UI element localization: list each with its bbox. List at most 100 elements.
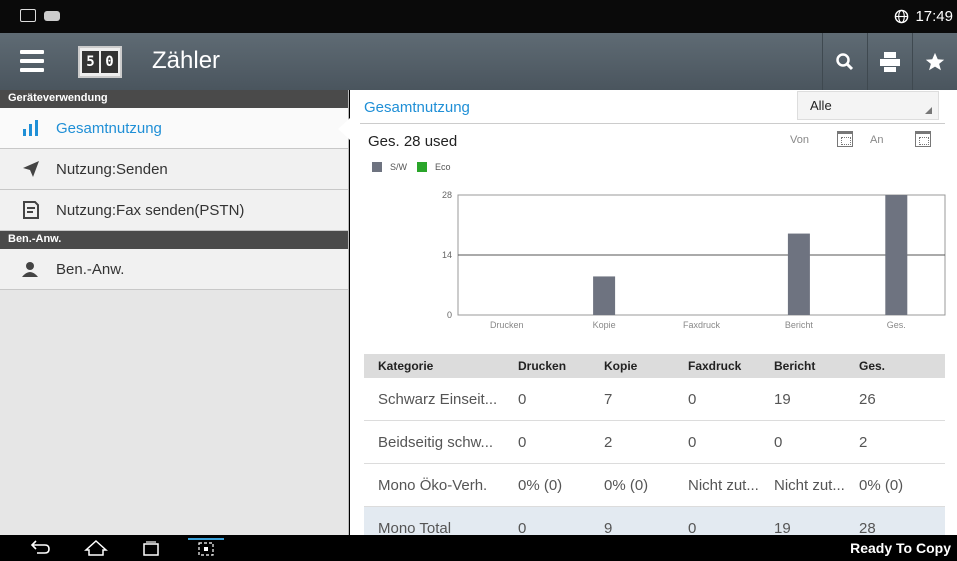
print-button[interactable] [867,33,912,90]
table-cell: 0% (0) [859,476,904,494]
table-row-total: Mono Total 0 9 0 19 28 [364,507,945,535]
logo-digit-right: 0 [101,51,118,73]
y-tick-label: 14 [442,250,452,260]
header-ges: Ges. [859,359,886,373]
table-cell: 0 [688,519,697,536]
bar [885,195,908,315]
to-label: An [870,134,884,146]
filter-dropdown[interactable]: Alle [797,91,939,120]
home-icon [84,540,108,556]
table-cell: 9 [604,519,613,536]
user-icon [22,261,42,277]
usage-bar-chart: 0 14 28 Drucken Kopie Faxdruck Bericht Ges. [442,190,946,330]
section-header-user: Ben.-Anw. [0,231,348,249]
legend-swatch-eco [417,162,427,172]
table-cell: 2 [859,433,868,451]
table-cell: 0 [518,390,527,408]
table-cell: 0 [688,390,697,408]
main-panel: Gesamtnutzung Alle Ges. 28 used Von An S… [350,90,957,535]
header-kategorie: Kategorie [378,359,434,373]
search-icon [836,52,854,70]
calendar-to-icon[interactable] [915,131,931,147]
y-tick-label: 0 [447,310,452,320]
legend-label-sw: S/W [390,162,407,172]
table-cell: Mono Öko-Verh. [378,476,488,494]
table-cell: 0 [518,519,527,536]
section-header-device-usage: Geräteverwendung [0,90,348,108]
table-header: Kategorie Drucken Kopie Faxdruck Bericht… [364,354,945,378]
table-cell: 0% (0) [604,476,649,494]
table-cell: 0 [688,433,697,451]
menu-icon[interactable] [20,50,44,72]
status-bar: 17:49 [0,0,957,33]
app-bar: 50 Zähler [0,33,957,90]
table-cell: 0 [518,433,527,451]
table-row: Mono Öko-Verh. 0% (0) 0% (0) Nicht zut..… [364,464,945,507]
recent-apps-button[interactable] [133,538,169,558]
page-title: Zähler [152,47,221,74]
header-bericht: Bericht [774,359,816,373]
table-row: Beidseitig schw... 0 2 0 0 2 [364,421,945,464]
sidebar-item-label: Nutzung:Senden [56,160,168,178]
divider [360,123,945,124]
chart-legend: S/W Eco [372,162,461,172]
from-label: Von [790,134,809,146]
calendar-from-icon[interactable] [837,131,853,147]
table-cell: 19 [774,390,791,408]
sidebar-item-label: Gesamtnutzung [56,119,162,137]
x-tick-label: Faxdruck [683,320,721,330]
favorite-button[interactable] [912,33,957,90]
table-cell: 19 [774,519,791,536]
table-cell: Schwarz Einseit... [378,390,498,408]
screen-capture-icon [198,542,214,556]
legend-label-eco: Eco [435,162,451,172]
clock: 17:49 [915,8,953,25]
counter-app-icon: 50 [78,46,122,78]
x-tick-label: Bericht [785,320,814,330]
image-notification-icon [20,9,36,22]
header-drucken: Drucken [518,359,567,373]
legend-swatch-sw [372,162,382,172]
sidebar-item-send-usage[interactable]: Nutzung:Senden [0,149,348,190]
screen-capture-button[interactable] [188,538,224,558]
x-tick-label: Drucken [490,320,524,330]
table-cell: 28 [859,519,876,536]
sidebar-item-label: Nutzung:Fax senden(PSTN) [56,201,245,219]
table-cell: 0 [774,433,783,451]
table-row: Schwarz Einseit... 0 7 0 19 26 [364,378,945,421]
table-cell: Beidseitig schw... [378,433,494,451]
printer-icon [880,51,900,72]
section-title: Gesamtnutzung [364,99,470,116]
logo-digit-left: 5 [82,51,99,73]
device-status: Ready To Copy [850,540,951,556]
sidebar-item-total-usage[interactable]: Gesamtnutzung [0,108,350,149]
fax-doc-icon [22,200,42,220]
sidebar-item-fax-usage[interactable]: Nutzung:Fax senden(PSTN) [0,190,348,231]
selection-pointer [338,118,350,140]
table-cell: Mono Total [378,519,452,536]
table-cell: 26 [859,390,876,408]
star-icon [925,52,945,70]
sidebar-item-user[interactable]: Ben.-Anw. [0,249,348,290]
globe-icon [895,9,909,24]
back-button[interactable] [22,538,58,558]
x-tick-label: Kopie [593,320,616,330]
recent-apps-icon [143,541,159,556]
system-nav-bar: Ready To Copy [0,535,957,561]
y-tick-label: 28 [442,190,452,200]
total-used-text: Ges. 28 used [368,133,458,150]
back-icon [30,540,50,554]
x-tick-label: Ges. [887,320,906,330]
table-cell: 7 [604,390,613,408]
sidebar-item-label: Ben.-Anw. [56,260,125,278]
usage-table: Kategorie Drucken Kopie Faxdruck Bericht… [364,354,945,535]
bar [593,276,616,315]
home-button[interactable] [78,538,114,558]
bar [787,233,810,315]
filter-value: Alle [810,98,832,113]
search-button[interactable] [822,33,867,90]
gamepad-notification-icon [44,11,60,21]
table-cell: Nicht zut... [688,476,759,494]
bar-chart-icon [22,120,42,136]
table-cell: 2 [604,433,613,451]
